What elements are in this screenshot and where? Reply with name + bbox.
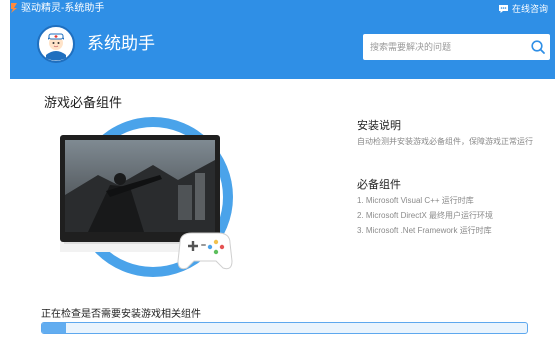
app-name: 系统助手 — [87, 34, 155, 53]
online-help-button[interactable]: 在线咨询 — [498, 2, 548, 16]
gamepad-icon — [177, 232, 233, 270]
search-input[interactable] — [363, 34, 523, 60]
search-icon — [531, 40, 545, 54]
chat-bubble-icon — [498, 5, 508, 13]
window-title: 驱动精灵-系统助手 — [21, 3, 105, 14]
list-item: 1. Microsoft Visual C++ 运行时库 — [357, 196, 474, 205]
search-box — [363, 34, 550, 60]
doctor-avatar-icon — [37, 25, 75, 63]
progress-bar — [41, 322, 528, 334]
online-help-label: 在线咨询 — [511, 4, 548, 14]
header-bar: 驱动精灵-系统助手 在线咨询 系统助手 — [10, 0, 555, 79]
search-button[interactable] — [530, 39, 546, 55]
status-text: 正在检查是否需要安装游戏相关组件 — [41, 309, 201, 320]
component-list: 1. Microsoft Visual C++ 运行时库 2. Microsof… — [357, 195, 493, 240]
list-item: 2. Microsoft DirectX 最终用户运行环境 — [357, 211, 494, 220]
app-icon — [11, 3, 17, 13]
install-title: 安装说明 — [357, 120, 401, 132]
required-components-title: 必备组件 — [357, 179, 401, 191]
game-illustration — [58, 115, 243, 280]
page-title: 游戏必备组件 — [44, 95, 123, 110]
install-description: 自动检测并安装游戏必备组件，保障游戏正常运行 — [357, 137, 533, 146]
title-bar: 驱动精灵-系统助手 在线咨询 — [10, 0, 555, 18]
list-item: 3. Microsoft .Net Framework 运行时库 — [357, 226, 492, 235]
progress-fill — [42, 323, 67, 333]
